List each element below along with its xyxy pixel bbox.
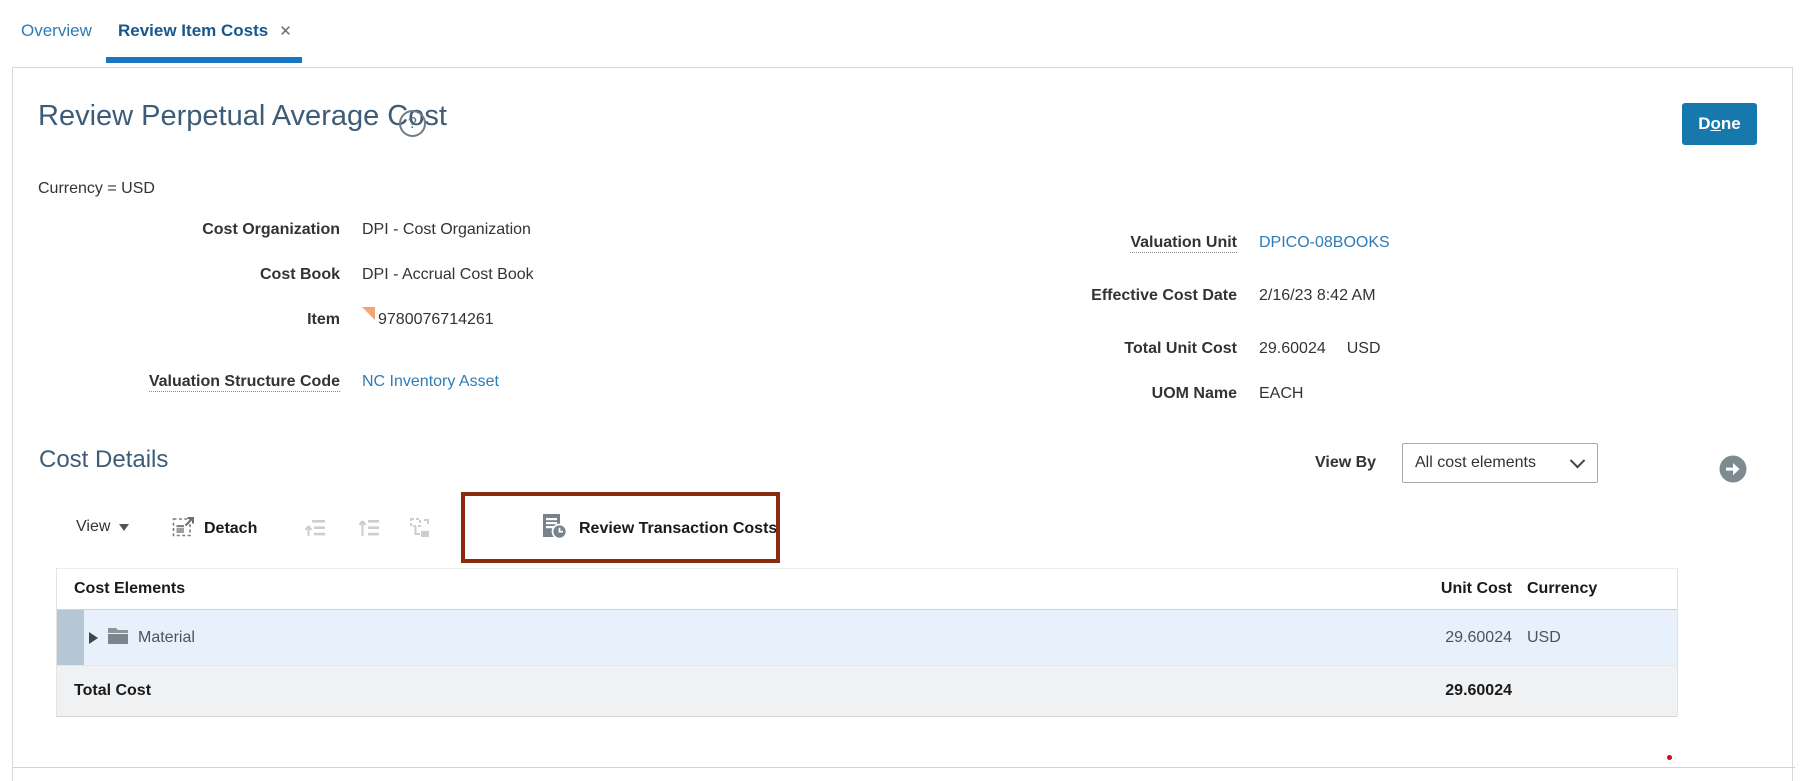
- show-as-top-icon: [407, 515, 433, 544]
- field-row-cost-organization: Cost Organization DPI - Cost Organizatio…: [40, 221, 531, 239]
- total-unit-cost-label: Total Unit Cost: [937, 340, 1237, 358]
- detach-button[interactable]: Detach: [172, 514, 257, 543]
- view-by-selected-value: All cost elements: [1403, 454, 1572, 472]
- view-by-label: View By: [1315, 454, 1376, 472]
- cost-element-currency: USD: [1512, 629, 1677, 647]
- detach-icon: [172, 514, 196, 543]
- cost-element-name: Material: [138, 629, 195, 647]
- field-row-valuation-unit: Valuation Unit DPICO-08BOOKS: [937, 234, 1390, 252]
- done-access-key: o: [1711, 114, 1721, 134]
- field-row-item: Item 9780076714261: [40, 311, 494, 329]
- total-cost-value: 29.60024: [1362, 682, 1512, 700]
- currency-note: Currency = USD: [38, 180, 155, 198]
- valuation-structure-code-link[interactable]: NC Inventory Asset: [362, 373, 499, 391]
- review-transaction-costs-label: Review Transaction Costs: [579, 520, 777, 538]
- effective-cost-date-label: Effective Cost Date: [937, 287, 1237, 305]
- item-label: Item: [40, 311, 340, 329]
- cost-organization-label: Cost Organization: [40, 221, 340, 239]
- detach-label: Detach: [204, 520, 257, 538]
- tab-overview[interactable]: Overview: [21, 21, 92, 41]
- field-row-valuation-structure-code: Valuation Structure Code NC Inventory As…: [40, 373, 499, 391]
- go-up-icon: [357, 515, 383, 544]
- view-menu-button[interactable]: View: [76, 518, 129, 536]
- review-transaction-costs-icon: [540, 512, 568, 545]
- chevron-down-icon: [1570, 452, 1586, 468]
- tab-review-item-costs-label: Review Item Costs: [118, 21, 268, 41]
- help-icon[interactable]: ?: [399, 110, 426, 137]
- close-icon[interactable]: ✕: [279, 24, 292, 39]
- bottom-divider: [12, 767, 1795, 768]
- total-unit-cost-currency: USD: [1347, 340, 1381, 358]
- done-label-part: D: [1698, 114, 1710, 134]
- row-selection-gutter[interactable]: [57, 610, 84, 665]
- page-title: Review Perpetual Average Cost: [38, 100, 447, 133]
- field-row-effective-cost-date: Effective Cost Date 2/16/23 8:42 AM: [937, 287, 1376, 305]
- go-up-button[interactable]: [357, 515, 383, 544]
- caret-down-icon: [119, 524, 129, 531]
- total-cost-label: Total Cost: [57, 682, 1362, 700]
- expand-row-icon[interactable]: [89, 632, 98, 644]
- annotation-dot: [1667, 755, 1672, 760]
- show-as-top-button[interactable]: [407, 515, 433, 544]
- view-menu-label: View: [76, 518, 110, 536]
- effective-cost-date-value: 2/16/23 8:42 AM: [1259, 287, 1376, 305]
- item-flag-icon: [362, 307, 375, 325]
- cost-book-value: DPI - Accrual Cost Book: [362, 266, 534, 284]
- column-header-currency: Currency: [1512, 580, 1677, 598]
- uom-name-label: UOM Name: [937, 385, 1237, 403]
- go-to-top-icon: [303, 515, 329, 544]
- cost-element-unit-cost: 29.60024: [1362, 629, 1512, 647]
- item-value: 9780076714261: [378, 311, 494, 329]
- cost-elements-table: Cost Elements Unit Cost Currency Materia…: [56, 568, 1678, 717]
- column-header-unit-cost: Unit Cost: [1362, 580, 1512, 598]
- column-header-cost-elements: Cost Elements: [57, 580, 1362, 598]
- view-by-select[interactable]: All cost elements: [1402, 443, 1598, 483]
- go-to-top-button[interactable]: [303, 515, 329, 544]
- screen: Overview Review Item Costs ✕ Review Perp…: [0, 0, 1807, 781]
- field-row-cost-book: Cost Book DPI - Accrual Cost Book: [40, 266, 534, 284]
- table-header-row: Cost Elements Unit Cost Currency: [57, 568, 1677, 610]
- uom-name-value: EACH: [1259, 385, 1303, 403]
- cost-organization-value: DPI - Cost Organization: [362, 221, 531, 239]
- forward-arrow-button[interactable]: [1719, 455, 1747, 483]
- field-row-uom-name: UOM Name EACH: [937, 385, 1303, 403]
- cost-book-label: Cost Book: [40, 266, 340, 284]
- table-row-material[interactable]: Material 29.60024 USD: [57, 610, 1677, 665]
- folder-icon: [108, 627, 128, 649]
- review-transaction-costs-button[interactable]: Review Transaction Costs: [540, 512, 777, 545]
- valuation-unit-label: Valuation Unit: [1130, 234, 1237, 253]
- total-unit-cost-value: 29.60024: [1259, 340, 1326, 358]
- table-total-row: Total Cost 29.60024: [57, 665, 1677, 717]
- tab-review-item-costs[interactable]: Review Item Costs ✕: [118, 21, 292, 41]
- field-row-total-unit-cost: Total Unit Cost 29.60024 USD: [937, 340, 1381, 358]
- done-label-part2: ne: [1721, 114, 1741, 134]
- active-tab-underline: [106, 57, 302, 63]
- valuation-unit-link[interactable]: DPICO-08BOOKS: [1259, 234, 1390, 252]
- cost-details-heading: Cost Details: [39, 446, 168, 474]
- forward-arrow-icon: [1719, 471, 1747, 486]
- done-button[interactable]: Done: [1682, 103, 1757, 145]
- valuation-structure-code-label: Valuation Structure Code: [149, 373, 340, 392]
